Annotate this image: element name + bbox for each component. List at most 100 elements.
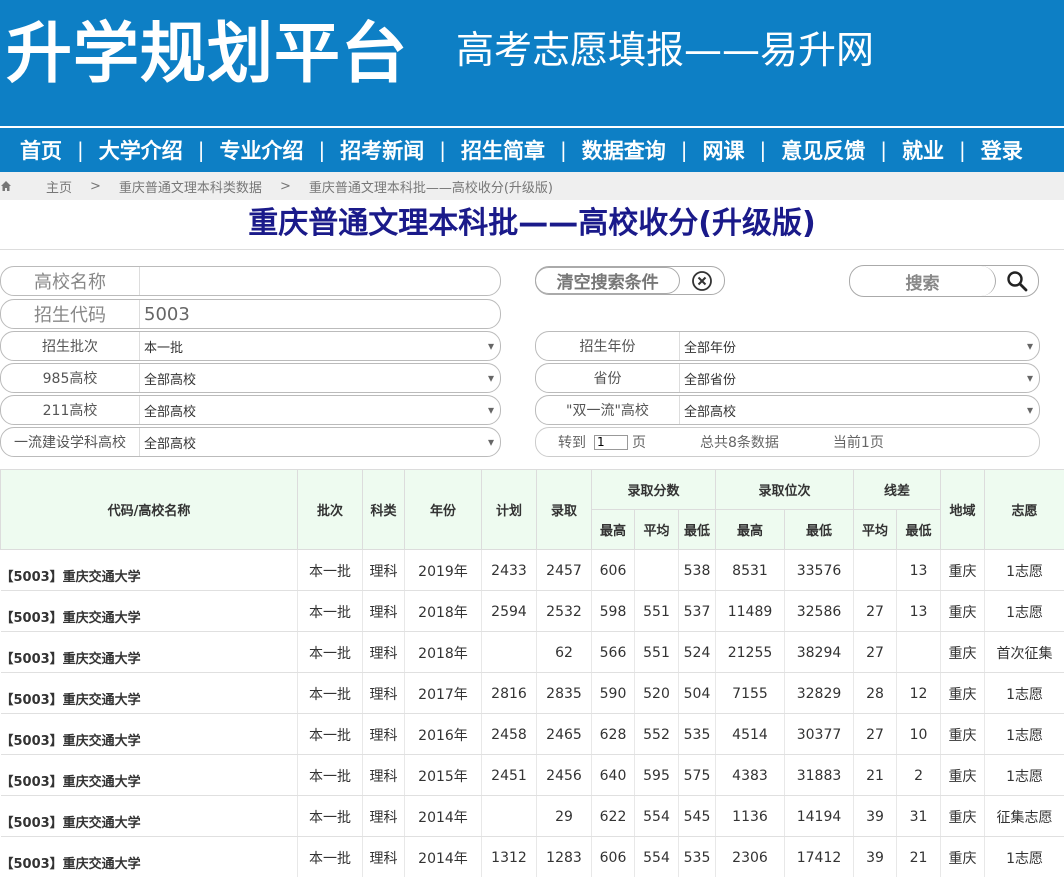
header-choice[interactable]: 志愿 [984, 469, 1064, 550]
cell-plan: 2451 [481, 754, 537, 796]
header-score-min[interactable]: 最低 [678, 509, 716, 550]
discipline-select[interactable]: 一流建设学科高校 全部高校 [0, 427, 501, 457]
cell-smax: 640 [591, 754, 635, 796]
cell-subject: 理科 [362, 549, 405, 591]
cell-year: 2018年 [404, 590, 482, 632]
cell-year: 2014年 [404, 795, 482, 837]
double-first-class-select[interactable]: "双一流"高校 全部高校 [535, 395, 1040, 425]
cell-rmax: 11489 [715, 590, 785, 632]
header-name[interactable]: 代码/高校名称 [0, 469, 298, 550]
breadcrumb-separator: > [279, 178, 291, 194]
nav-item[interactable]: 招考新闻 [340, 135, 424, 165]
211-label: 211高校 [1, 396, 140, 424]
batch-value: 本一批 [140, 332, 500, 360]
985-select[interactable]: 985高校 全部高校 [0, 363, 501, 393]
cell-region: 重庆 [940, 631, 986, 673]
table-row: 【5003】重庆交通大学 本一批 理科 2018年 2594 2532 598 551 537 1… [0, 590, 1064, 632]
code-field: 招生代码 5003 [0, 299, 501, 329]
cell-batch: 本一批 [297, 631, 363, 673]
table-row: 【5003】重庆交通大学 本一批 理科 2015年 2451 2456 640 595 575 4… [0, 754, 1064, 796]
cell-smax: 606 [591, 549, 635, 591]
cell-rmax: 8531 [715, 549, 785, 591]
header-rank-min[interactable]: 最低 [783, 509, 855, 550]
cell-subject: 理科 [362, 795, 405, 837]
cell-subject: 理科 [362, 713, 405, 755]
cell-choice: 1志愿 [984, 672, 1064, 714]
nav-item[interactable]: 数据查询 [582, 135, 666, 165]
cell-smax: 590 [591, 672, 635, 714]
nav-item[interactable]: 首页 [20, 135, 62, 165]
home-icon[interactable] [0, 180, 12, 192]
school-name-input[interactable] [140, 267, 500, 295]
breadcrumb-data[interactable]: 重庆普通文理本科类数据 [119, 177, 262, 196]
cell-name[interactable]: 【5003】重庆交通大学 [0, 836, 298, 877]
pager-current: 当前1页 [832, 435, 884, 451]
cell-rmin: 17412 [784, 836, 855, 877]
nav-item[interactable]: 网课 [703, 135, 745, 165]
header-rank-group: 录取位次 [714, 469, 855, 510]
code-input[interactable]: 5003 [140, 300, 500, 328]
cell-dmin [896, 631, 942, 673]
cell-name[interactable]: 【5003】重庆交通大学 [0, 549, 298, 591]
cell-smax: 566 [591, 631, 635, 673]
cell-choice: 1志愿 [984, 549, 1064, 591]
cell-choice: 首次征集 [984, 631, 1064, 673]
cell-admit: 29 [536, 795, 592, 837]
header-admit[interactable]: 录取 [536, 469, 592, 550]
cell-savg: 595 [634, 754, 679, 796]
header-region[interactable]: 地域 [940, 469, 986, 550]
cell-plan: 2433 [481, 549, 537, 591]
breadcrumb-home[interactable]: 主页 [46, 177, 72, 196]
header-plan[interactable]: 计划 [481, 469, 537, 550]
cell-batch: 本一批 [297, 672, 363, 714]
year-select[interactable]: 招生年份 全部年份 [535, 331, 1040, 361]
cell-smin: 535 [678, 836, 716, 877]
nav-item[interactable]: 招生简章 [461, 135, 545, 165]
cell-savg: 554 [634, 836, 679, 877]
cell-choice: 征集志愿 [984, 795, 1064, 837]
211-select[interactable]: 211高校 全部高校 [0, 395, 501, 425]
search-button[interactable]: 搜索 [849, 265, 1039, 297]
cell-name[interactable]: 【5003】重庆交通大学 [0, 754, 298, 796]
cell-name[interactable]: 【5003】重庆交通大学 [0, 713, 298, 755]
cell-choice: 1志愿 [984, 754, 1064, 796]
cell-savg: 520 [634, 672, 679, 714]
page-title: 重庆普通文理本科批——高校收分(升级版) [248, 206, 816, 241]
cell-year: 2017年 [404, 672, 482, 714]
header-subject[interactable]: 科类 [362, 469, 405, 550]
header-diff-avg[interactable]: 平均 [853, 509, 898, 550]
cell-batch: 本一批 [297, 836, 363, 877]
clear-search-button[interactable]: 清空搜索条件 [535, 266, 725, 295]
cell-name[interactable]: 【5003】重庆交通大学 [0, 795, 298, 837]
cell-rmin: 14194 [784, 795, 855, 837]
cell-savg: 554 [634, 795, 679, 837]
header-diff-min[interactable]: 最低 [896, 509, 942, 550]
cell-region: 重庆 [940, 795, 986, 837]
batch-select[interactable]: 招生批次 本一批 [0, 331, 501, 361]
cell-savg [634, 549, 679, 591]
site-logo[interactable]: 升学规划平台 [6, 14, 408, 94]
nav-item[interactable]: 专业介绍 [220, 135, 304, 165]
pager-goto-label: 转到 [558, 435, 586, 451]
cell-name[interactable]: 【5003】重庆交通大学 [0, 631, 298, 673]
nav-separator: | [197, 138, 205, 162]
nav-item[interactable]: 登录 [981, 135, 1023, 165]
page-input[interactable] [594, 434, 628, 450]
main-nav: 首页 | 大学介绍 | 专业介绍 | 招考新闻 | 招生简章 | 数据查询 | 网课 | 意见反馈 | 就业 | 登… [0, 126, 1064, 172]
header-batch[interactable]: 批次 [297, 469, 363, 550]
header-score-avg[interactable]: 平均 [634, 509, 679, 550]
cell-davg: 21 [853, 754, 898, 796]
header-rank-max[interactable]: 最高 [715, 509, 785, 550]
nav-item[interactable]: 就业 [902, 135, 944, 165]
cell-name[interactable]: 【5003】重庆交通大学 [0, 672, 298, 714]
nav-separator: | [680, 138, 688, 162]
province-select[interactable]: 省份 全部省份 [535, 363, 1040, 393]
header-score-max[interactable]: 最高 [591, 509, 635, 550]
nav-item[interactable]: 意见反馈 [781, 135, 865, 165]
cell-name[interactable]: 【5003】重庆交通大学 [0, 590, 298, 632]
header-year[interactable]: 年份 [404, 469, 482, 550]
cell-plan [481, 795, 537, 837]
breadcrumb-current: 重庆普通文理本科批——高校收分(升级版) [308, 180, 553, 196]
nav-item[interactable]: 大学介绍 [99, 135, 183, 165]
985-value: 全部高校 [140, 364, 500, 392]
